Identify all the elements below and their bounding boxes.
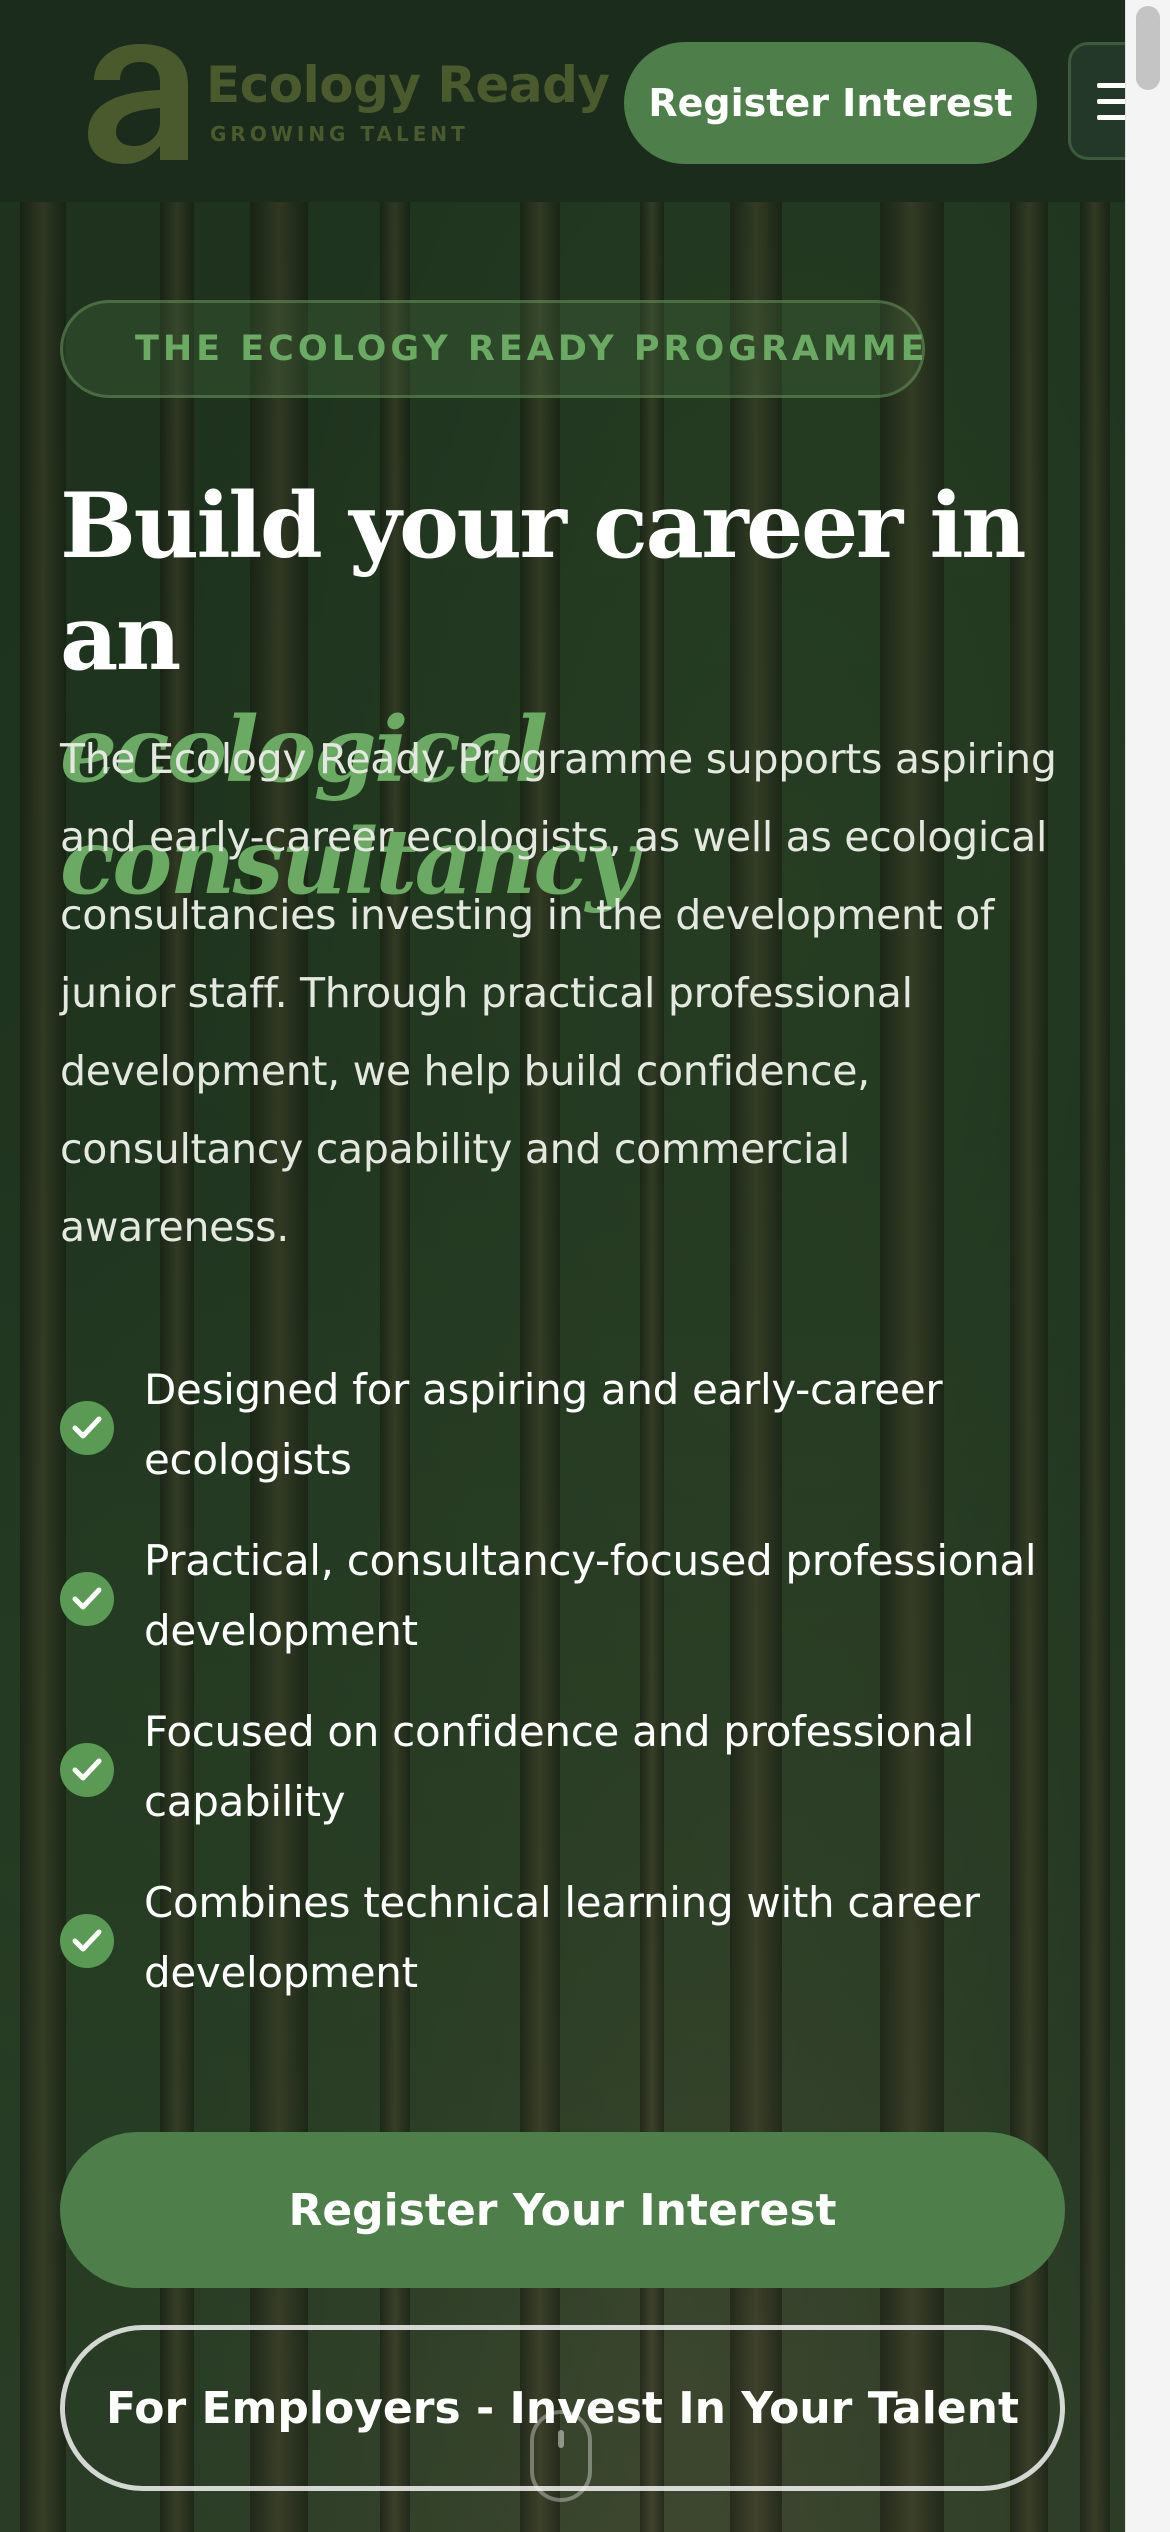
- site-header: Ecology Ready GROWING TALENT Register In…: [0, 0, 1148, 202]
- feature-text: Practical, consultancy-focused professio…: [144, 1536, 1037, 1655]
- feature-text: Combines technical learning with career …: [144, 1878, 980, 1997]
- check-icon: [60, 1572, 114, 1626]
- programme-badge: THE ECOLOGY READY PROGRAMME: [60, 300, 925, 398]
- logo[interactable]: Ecology Ready GROWING TALENT: [80, 36, 610, 166]
- feature-item: Combines technical learning with career …: [60, 1868, 1070, 2039]
- logo-tagline: GROWING TALENT: [210, 122, 469, 146]
- badge-label: THE ECOLOGY READY PROGRAMME: [135, 329, 929, 369]
- register-your-interest-button[interactable]: Register Your Interest: [60, 2132, 1065, 2288]
- page-scrollbar[interactable]: [1125, 0, 1170, 2532]
- page: Ecology Ready GROWING TALENT Register In…: [0, 0, 1170, 2532]
- feature-text: Focused on confidence and professional c…: [144, 1707, 975, 1826]
- check-icon: [60, 1401, 114, 1455]
- feature-item: Focused on confidence and professional c…: [60, 1697, 1070, 1868]
- feature-list: Designed for aspiring and early-career e…: [60, 1355, 1070, 2039]
- feature-item: Designed for aspiring and early-career e…: [60, 1355, 1070, 1526]
- check-icon: [60, 1743, 114, 1797]
- mouse-scroll-icon: [530, 2410, 592, 2502]
- hero-intro: The Ecology Ready Programme supports asp…: [60, 735, 1057, 1251]
- check-icon: [60, 1914, 114, 1968]
- scrollbar-thumb[interactable]: [1136, 6, 1160, 90]
- feature-text: Designed for aspiring and early-career e…: [144, 1365, 943, 1484]
- hero-heading-line: Build your career in an: [60, 473, 1027, 691]
- logo-name: Ecology Ready: [206, 56, 610, 114]
- register-interest-button[interactable]: Register Interest: [624, 42, 1037, 164]
- logo-mark-icon: [88, 44, 188, 164]
- feature-item: Practical, consultancy-focused professio…: [60, 1526, 1070, 1697]
